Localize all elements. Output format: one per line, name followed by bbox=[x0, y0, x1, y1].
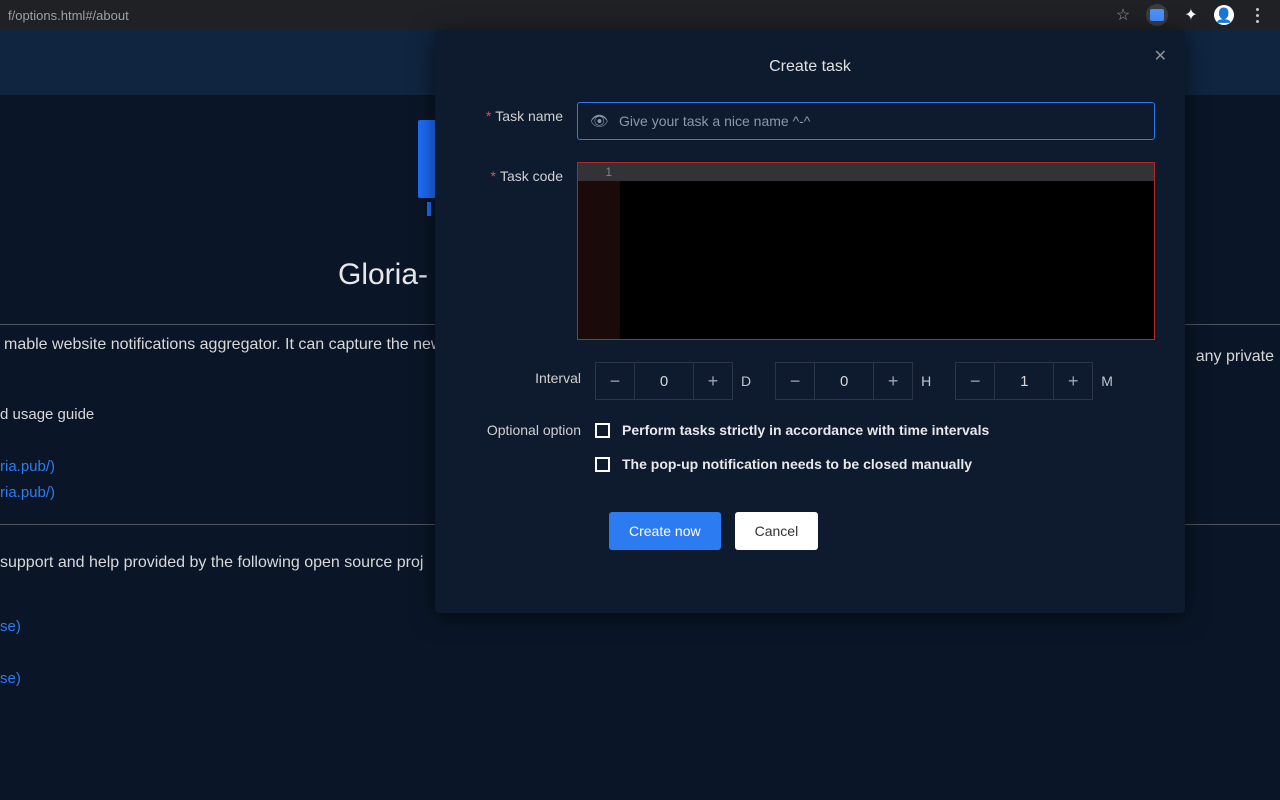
decrement-button[interactable]: − bbox=[955, 362, 995, 400]
unit-minutes-label: M bbox=[1101, 373, 1113, 389]
checkbox-icon[interactable] bbox=[595, 457, 610, 472]
required-asterisk-icon: * bbox=[491, 168, 496, 184]
increment-button[interactable]: + bbox=[693, 362, 733, 400]
option-manual-close[interactable]: The pop-up notification needs to be clos… bbox=[595, 456, 1155, 472]
eye-icon: 👁 bbox=[590, 112, 609, 130]
decrement-button[interactable]: − bbox=[595, 362, 635, 400]
task-name-label: *Task name bbox=[465, 102, 577, 140]
bookmark-star-icon[interactable]: ☆ bbox=[1114, 6, 1132, 24]
interval-hours-value[interactable]: 0 bbox=[815, 362, 873, 400]
option-manual-close-label: The pop-up notification needs to be clos… bbox=[622, 456, 972, 472]
code-line-number: 1 bbox=[578, 163, 620, 181]
page-body: Gloria- mable website notifications aggr… bbox=[0, 30, 1280, 800]
optional-label: Optional option bbox=[465, 422, 595, 490]
task-name-row: *Task name 👁 Give your task a nice name … bbox=[465, 102, 1155, 140]
unit-hours-label: H bbox=[921, 373, 931, 389]
interval-days-value[interactable]: 0 bbox=[635, 362, 693, 400]
profile-avatar-icon[interactable]: 👤 bbox=[1214, 5, 1234, 25]
usage-guide-text: d usage guide bbox=[0, 406, 94, 423]
code-area[interactable] bbox=[620, 163, 1154, 339]
extensions-puzzle-icon[interactable]: ✦ bbox=[1182, 6, 1200, 24]
increment-button[interactable]: + bbox=[873, 362, 913, 400]
increment-button[interactable]: + bbox=[1053, 362, 1093, 400]
task-name-input[interactable]: 👁 Give your task a nice name ^-^ bbox=[577, 102, 1155, 140]
page-title: Gloria- bbox=[338, 258, 428, 292]
external-link[interactable]: ria.pub/) bbox=[0, 484, 55, 501]
interval-minutes-value[interactable]: 1 bbox=[995, 362, 1053, 400]
option-strict-label: Perform tasks strictly in accordance wit… bbox=[622, 422, 989, 438]
interval-row: Interval − 0 + D − 0 + H − 1 + bbox=[465, 362, 1155, 400]
unit-days-label: D bbox=[741, 373, 751, 389]
browser-address-bar: f/options.html#/about ☆ ✦ 👤 bbox=[0, 0, 1280, 30]
description-text-right: any private bbox=[1196, 348, 1274, 366]
decrement-button[interactable]: − bbox=[775, 362, 815, 400]
cancel-button[interactable]: Cancel bbox=[735, 512, 819, 550]
modal-action-buttons: Create now Cancel bbox=[609, 512, 1155, 550]
external-link[interactable]: ria.pub/) bbox=[0, 458, 55, 475]
interval-label: Interval bbox=[465, 362, 595, 400]
external-link[interactable]: se) bbox=[0, 618, 21, 635]
interval-hours-stepper: − 0 + H bbox=[775, 362, 931, 400]
support-text: support and help provided by the followi… bbox=[0, 554, 423, 572]
code-active-line bbox=[620, 163, 1154, 181]
optional-options-row: Optional option Perform tasks strictly i… bbox=[465, 422, 1155, 490]
required-asterisk-icon: * bbox=[486, 108, 491, 124]
task-code-label: *Task code bbox=[465, 162, 577, 340]
task-code-row: *Task code 1 bbox=[465, 162, 1155, 340]
browser-action-icons: ☆ ✦ 👤 bbox=[1114, 4, 1272, 26]
create-now-button[interactable]: Create now bbox=[609, 512, 721, 550]
browser-menu-kebab-icon[interactable] bbox=[1248, 6, 1266, 24]
interval-minutes-stepper: − 1 + M bbox=[955, 362, 1113, 400]
extension-badge-icon[interactable] bbox=[1146, 4, 1168, 26]
description-text: mable website notifications aggregator. … bbox=[0, 336, 442, 354]
checkbox-icon[interactable] bbox=[595, 423, 610, 438]
url-text: f/options.html#/about bbox=[8, 8, 1114, 23]
close-icon[interactable]: ✕ bbox=[1154, 46, 1167, 66]
code-gutter: 1 bbox=[578, 163, 620, 339]
task-name-placeholder: Give your task a nice name ^-^ bbox=[619, 113, 810, 129]
external-link[interactable]: se) bbox=[0, 670, 21, 687]
task-code-editor[interactable]: 1 bbox=[577, 162, 1155, 340]
option-strict-interval[interactable]: Perform tasks strictly in accordance wit… bbox=[595, 422, 1155, 438]
create-task-modal: Create task ✕ *Task name 👁 Give your tas… bbox=[435, 30, 1185, 613]
modal-title: Create task bbox=[465, 58, 1155, 76]
interval-days-stepper: − 0 + D bbox=[595, 362, 751, 400]
